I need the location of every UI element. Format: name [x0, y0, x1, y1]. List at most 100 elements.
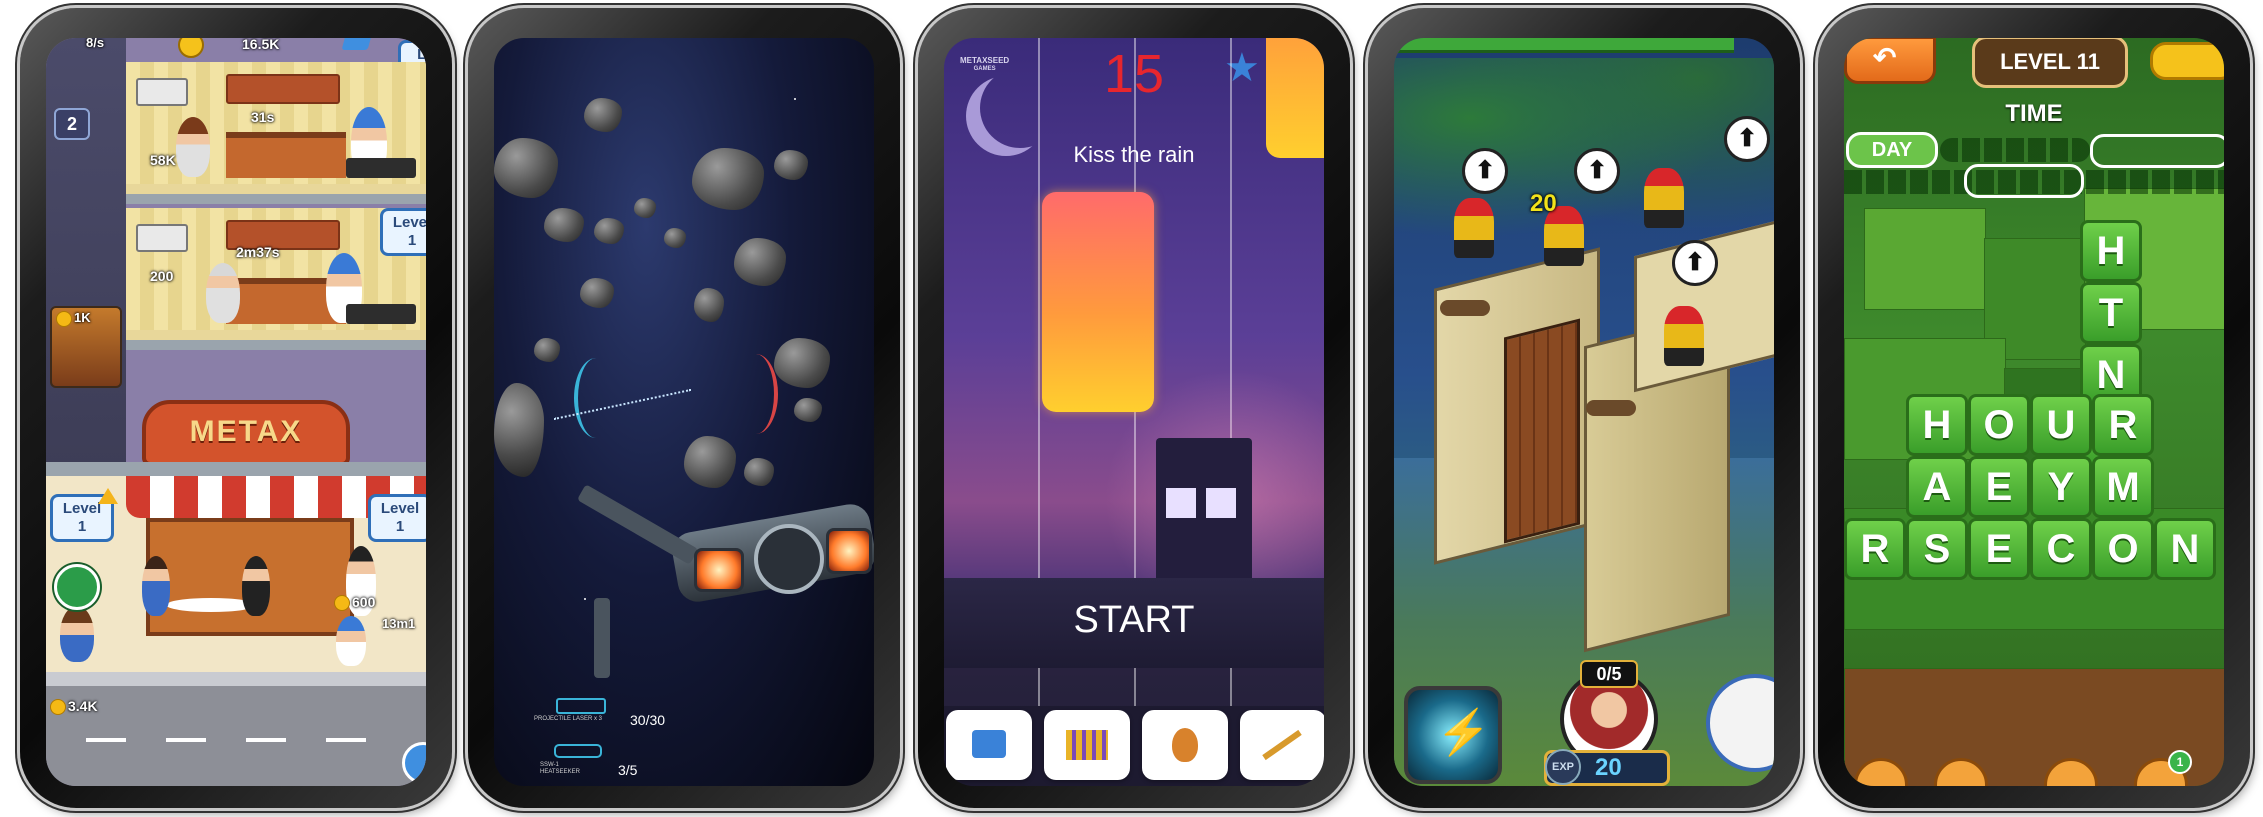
castle-gate: [1504, 318, 1580, 544]
buy-button[interactable]: [54, 564, 100, 610]
top-coin-icon: [178, 38, 204, 58]
weapon-slot-heatseeker[interactable]: SSW-1 HEATSEEKER 3/5: [534, 744, 674, 784]
star: [794, 98, 796, 100]
letter-block[interactable]: N: [2154, 518, 2216, 580]
phone-frame-5: ↶ LEVEL 11 TIME DAY HTNOHOURAEYMRSECON 1: [1818, 8, 2250, 808]
ship-emblem: [754, 524, 824, 594]
lower-timer-text: 2m37s: [236, 244, 280, 260]
word-slots-row1: [1940, 138, 2090, 162]
asteroid: [594, 218, 624, 244]
street: [46, 672, 426, 786]
lane-marking: [86, 738, 386, 742]
letter-block[interactable]: O: [1968, 394, 2030, 456]
letter-block[interactable]: H: [1906, 394, 1968, 456]
asteroid: [694, 288, 724, 322]
coin-counter[interactable]: [2150, 42, 2224, 80]
asteroid: [774, 338, 830, 388]
letter-block[interactable]: H: [2080, 220, 2142, 282]
letter-block[interactable]: Y: [2030, 456, 2092, 518]
word-game-screen[interactable]: ↶ LEVEL 11 TIME DAY HTNOHOURAEYMRSECON 1: [1844, 38, 2224, 786]
asteroid: [774, 150, 808, 180]
damage-number: 20: [1530, 190, 1557, 217]
spaceship: [564, 468, 874, 678]
upgrade-arrow-icon[interactable]: ⬆: [1574, 148, 1620, 194]
archer[interactable]: [1454, 198, 1494, 258]
brand-logo: METAXSEED GAMES: [960, 56, 1010, 72]
upgrade-arrow-icon[interactable]: ⬆: [1672, 240, 1718, 286]
letter-block[interactable]: E: [1968, 456, 2030, 518]
asteroid: [494, 383, 544, 477]
top-rate-text: 8/s: [86, 38, 105, 50]
police-box-window: [1166, 488, 1196, 518]
customer-man: [242, 556, 270, 616]
weapon-slot-laser[interactable]: PROJECTILE LASER x 3 30/30: [534, 698, 674, 738]
music-tile[interactable]: [1042, 192, 1154, 412]
asteroid: [580, 278, 614, 308]
restaurant-level-right[interactable]: Level 1: [368, 494, 426, 542]
restaurant-level-right-label: Level: [380, 500, 420, 517]
upgrade-arrow-icon[interactable]: ⬆: [1724, 116, 1770, 162]
bg-cube: [1864, 208, 1986, 310]
word-slot-empty: [2090, 134, 2224, 168]
instrument-guitar[interactable]: [1142, 710, 1228, 780]
building-left-wall: [46, 38, 126, 498]
floor-number-text: 2: [66, 114, 77, 134]
letter-block[interactable]: A: [1906, 456, 1968, 518]
letter-block[interactable]: S: [1906, 518, 1968, 580]
letter-block[interactable]: R: [1844, 518, 1906, 580]
music-tile-partial[interactable]: [1266, 38, 1324, 158]
defense-game-screen[interactable]: ⬆ ⬆ ⬆ ⬆ 20 ⚡ 0/5 EXP 20: [1394, 38, 1774, 786]
back-arrow-icon: ↶: [1873, 42, 1897, 73]
chef-woman: [176, 117, 210, 177]
letter-block[interactable]: E: [1968, 518, 2030, 580]
top-value-text: 16.5K: [242, 38, 280, 52]
letter-block[interactable]: R: [2092, 394, 2154, 456]
start-button[interactable]: START: [944, 590, 1324, 650]
health-bar: [1394, 38, 1734, 53]
coin-icon: [50, 699, 66, 716]
coin-icon: [56, 310, 72, 327]
top-gem-icon: [341, 38, 373, 50]
lightning-icon: ⚡: [1436, 708, 1491, 757]
engine-glow: [694, 548, 744, 592]
lower-level-badge[interactable]: Level1: [380, 208, 426, 256]
restaurant-coins-text: 600: [334, 594, 375, 612]
letter-block[interactable]: T: [2080, 282, 2142, 344]
lower-level-label: Level: [392, 214, 426, 231]
exp-label: EXP: [1545, 749, 1581, 785]
upper-income-text: 58K: [150, 152, 176, 168]
instrument-piano[interactable]: [946, 710, 1032, 780]
moon: [980, 68, 1060, 148]
targeting-reticle-left: [574, 358, 618, 438]
asteroid: [692, 148, 764, 210]
asteroid: [664, 228, 686, 248]
exp-value: 20: [1595, 754, 1622, 781]
upper-cabinet: [226, 74, 340, 104]
archer[interactable]: [1644, 168, 1684, 228]
archer[interactable]: [1664, 306, 1704, 366]
badge-count-text: 1: [2176, 755, 2184, 769]
manager-coins-text: 1K: [56, 310, 91, 327]
missile-weapon-icon: [554, 744, 602, 758]
letter-block[interactable]: U: [2030, 394, 2092, 456]
back-button[interactable]: ↶: [1844, 38, 1936, 84]
restaurant-facade-top: [46, 462, 426, 476]
restaurant-game-screen[interactable]: 2 8/s 16.5K Lev1 31s 58K 2m37s: [46, 38, 426, 786]
instrument-xylophone[interactable]: [1044, 710, 1130, 780]
letter-block[interactable]: O: [2092, 518, 2154, 580]
hero-count-badge: 0/5: [1580, 660, 1638, 688]
phone-frame-1: 2 8/s 16.5K Lev1 31s 58K 2m37s: [20, 8, 452, 808]
music-game-screen[interactable]: METAXSEEDGAMES 15 ★ ★ Kiss the rain STAR…: [944, 38, 1324, 786]
space-game-screen[interactable]: PROJECTILE LASER x 3 30/30 SSW-1 HEATSEE…: [494, 38, 874, 786]
time-label: TIME: [2005, 100, 2063, 127]
letter-block[interactable]: C: [2030, 518, 2092, 580]
upgrade-arrow-icon[interactable]: ⬆: [1462, 148, 1508, 194]
instrument-flute[interactable]: [1240, 710, 1324, 780]
kitchen-floor-lower[interactable]: 2m37s 200 Level1: [126, 208, 426, 350]
kitchen-floor-upper[interactable]: 31s 58K: [126, 62, 426, 204]
letter-block[interactable]: M: [2092, 456, 2154, 518]
laser-weapon-icon: [556, 698, 606, 714]
engine-glow: [826, 528, 872, 574]
chef-old-man: [206, 263, 240, 323]
lightning-skill-button[interactable]: ⚡: [1404, 686, 1502, 784]
